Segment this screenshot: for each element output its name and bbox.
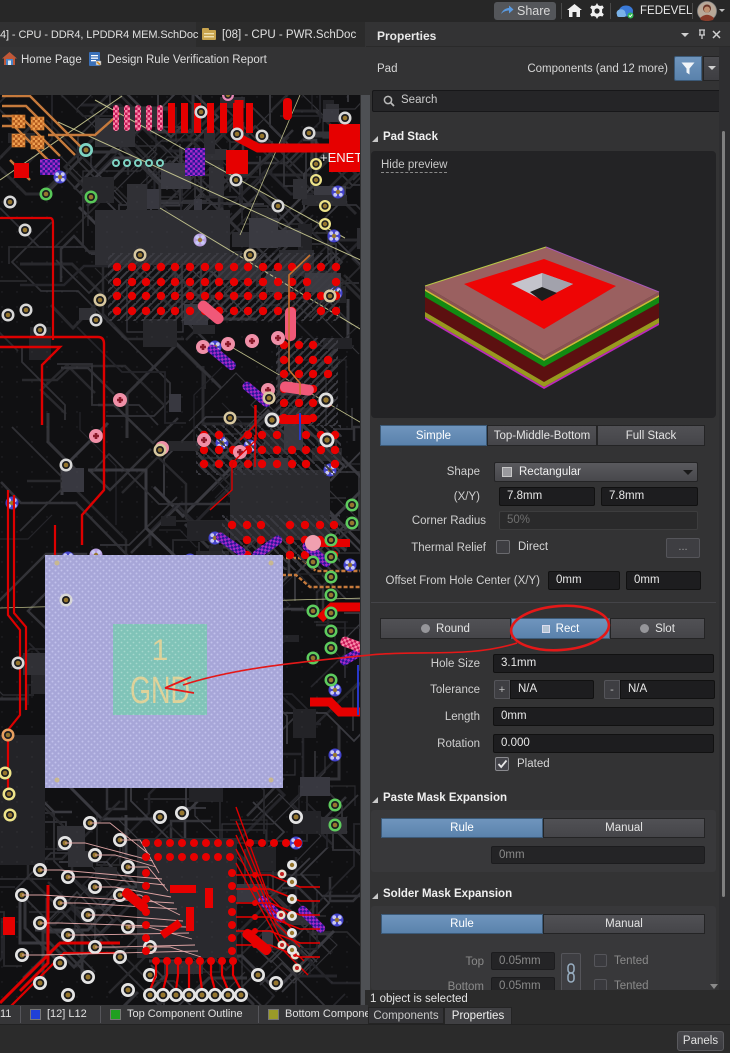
svg-text:GND: GND bbox=[130, 670, 190, 712]
svg-text:1: 1 bbox=[152, 634, 169, 667]
svg-text:+ENET_: +ENET_ bbox=[320, 150, 365, 165]
